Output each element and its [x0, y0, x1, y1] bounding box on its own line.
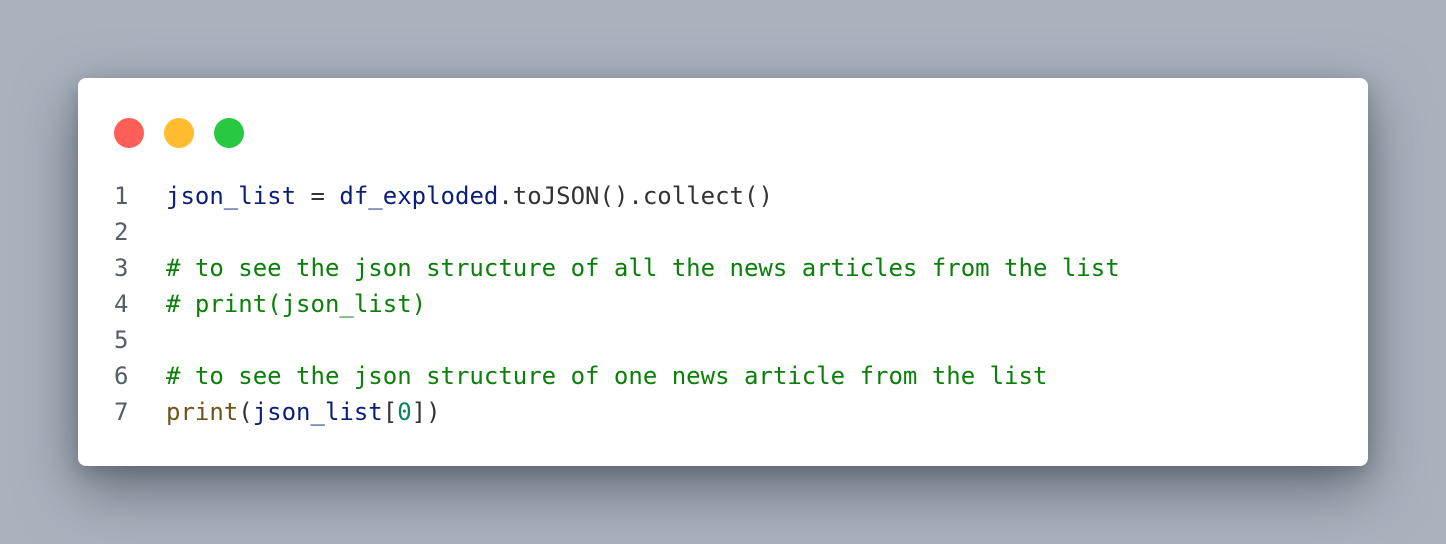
code-text: json_list = df_exploded.toJSON().collect…: [166, 178, 773, 214]
code-token-comment: # to see the json structure of one news …: [166, 362, 1048, 390]
code-token-comment: # to see the json structure of all the n…: [166, 254, 1120, 282]
code-token-default: =: [296, 182, 340, 210]
line-number: 1: [114, 182, 129, 210]
code-text: # print(json_list): [166, 286, 426, 322]
code-token-identifier: df_exploded: [339, 182, 499, 210]
code-token-default: ]): [411, 398, 441, 426]
code-token-builtin: print: [166, 398, 239, 426]
code-text: # to see the json structure of all the n…: [166, 250, 1120, 286]
code-line: 6 # to see the json structure of one news…: [114, 358, 1120, 394]
code-token-comment: # print(json_list): [166, 290, 427, 318]
code-token-default: [: [382, 398, 398, 426]
minimize-dot-icon[interactable]: [164, 118, 194, 148]
code-line: 2: [114, 214, 1120, 250]
line-number: 2: [114, 218, 129, 246]
code-token-default: (: [238, 398, 253, 426]
code-text: # to see the json structure of one news …: [166, 358, 1047, 394]
line-number: 5: [114, 326, 129, 354]
code-token-identifier: json_list: [252, 398, 383, 426]
code-token-number: 0: [397, 398, 412, 426]
maximize-dot-icon[interactable]: [214, 118, 244, 148]
line-number: 7: [114, 398, 129, 426]
code-text: print(json_list[0]): [166, 394, 441, 430]
line-number: 3: [114, 254, 129, 282]
code-window: 1 json_list = df_exploded.toJSON().collec…: [78, 78, 1368, 466]
line-number: 6: [114, 362, 129, 390]
code-token-identifier: json_list: [166, 182, 297, 210]
code-line: 3 # to see the json structure of all the …: [114, 250, 1120, 286]
code-line: 1 json_list = df_exploded.toJSON().collec…: [114, 178, 1120, 214]
window-controls: [114, 118, 244, 148]
code-block: 1 json_list = df_exploded.toJSON().collec…: [114, 178, 1120, 430]
code-token-default: .toJSON().collect(): [498, 182, 773, 210]
code-line: 4 # print(json_list): [114, 286, 1120, 322]
line-number: 4: [114, 290, 129, 318]
code-line: 5: [114, 322, 1120, 358]
code-line: 7 print(json_list[0]): [114, 394, 1120, 430]
close-dot-icon[interactable]: [114, 118, 144, 148]
